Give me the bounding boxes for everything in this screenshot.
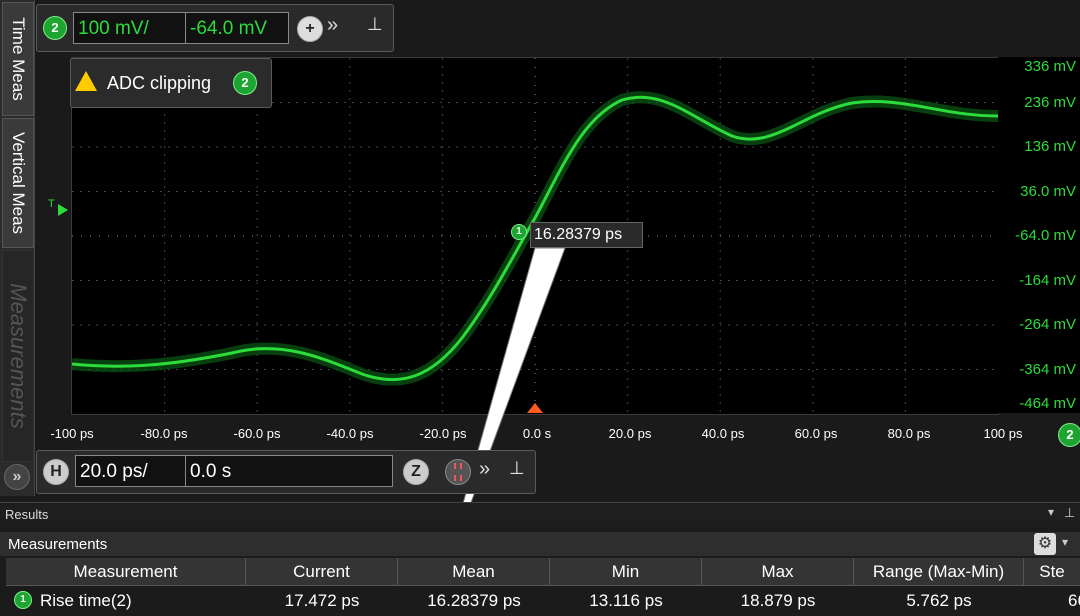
row-index-badge: 1 <box>14 591 32 609</box>
tab-vertical-meas[interactable]: Vertical Meas <box>2 118 34 248</box>
hscale-label: -40.0 ps <box>326 426 374 441</box>
horizontal-position-field[interactable]: 0.0 s <box>185 455 393 487</box>
adc-clipping-warning: ADC clipping 2 <box>70 58 272 108</box>
trigger-label: T <box>48 198 55 210</box>
horizontal-toolbar: H 20.0 ps/ 0.0 s Z » ⊥ <box>36 450 536 494</box>
measurement-marker-badge[interactable]: 1 <box>511 224 527 240</box>
vertical-scale: 336 mV 236 mV 136 mV 36.0 mV -64.0 mV -1… <box>998 57 1080 413</box>
side-tab-panel: Time Meas Vertical Meas Measurements » <box>0 0 35 496</box>
vscale-label: 236 mV <box>1024 94 1076 111</box>
results-title: Results <box>5 507 49 522</box>
tab-time-meas-label: Time Meas <box>9 17 28 101</box>
tab-vertical-meas-label: Vertical Meas <box>9 131 28 235</box>
vscale-label: -464 mV <box>1019 395 1076 412</box>
cursor-icon[interactable] <box>445 459 471 485</box>
cell-std: 664. <box>1068 591 1080 610</box>
pin-icon[interactable]: ⊥ <box>367 14 383 35</box>
hscale-label: 20.0 ps <box>608 426 652 441</box>
add-icon[interactable]: + <box>297 16 323 42</box>
measurements-table: Measurement Current Mean Min Max Range (… <box>0 558 1080 616</box>
measurements-title: Measurements <box>8 536 108 553</box>
horizontal-channel-badge[interactable]: 2 <box>1058 423 1080 447</box>
column-header[interactable]: Measurement <box>6 558 246 586</box>
vscale-label: -64.0 mV <box>1015 227 1076 244</box>
cell-range: 5.762 ps <box>906 591 972 610</box>
zoom-button[interactable]: Z <box>403 459 429 485</box>
vscale-label: -164 mV <box>1019 272 1076 289</box>
expand-chevron-icon[interactable]: » <box>327 14 338 37</box>
expand-chevron-icon[interactable]: » <box>479 458 490 481</box>
column-header[interactable]: Ste <box>1024 558 1080 586</box>
warning-text: ADC clipping <box>107 73 212 93</box>
results-header: Results ▾ ⊥ <box>0 502 1080 527</box>
gear-icon[interactable]: ⚙ <box>1034 533 1056 555</box>
pin-icon[interactable]: ⊥ <box>1064 505 1075 521</box>
vscale-label: 336 mV <box>1024 58 1076 75</box>
warning-icon <box>75 71 97 91</box>
hscale-label: 60.0 ps <box>794 426 838 441</box>
expand-panel-icon[interactable]: » <box>4 464 30 490</box>
column-header[interactable]: Max <box>702 558 854 586</box>
vertical-offset-field[interactable]: -64.0 mV <box>185 12 289 44</box>
channel-badge[interactable]: 2 <box>43 16 67 40</box>
vscale-label: 136 mV <box>1024 138 1076 155</box>
vscale-label: -264 mV <box>1019 316 1076 333</box>
trigger-level-icon[interactable]: T <box>48 198 70 228</box>
vscale-label: 36.0 mV <box>1020 183 1076 200</box>
dropdown-icon[interactable]: ▾ <box>1048 505 1054 519</box>
cell-current: 17.472 ps <box>284 591 360 610</box>
warning-channel-badge: 2 <box>233 71 257 95</box>
hscale-label: 0.0 s <box>522 426 552 441</box>
vscale-label: -364 mV <box>1019 361 1076 378</box>
tab-measurements-label: Measurements <box>6 283 31 429</box>
hscale-label: 100 ps <box>983 426 1023 441</box>
vertical-toolbar: 2 100 mV/ -64.0 mV + » ⊥ <box>36 4 394 52</box>
column-header[interactable]: Min <box>550 558 702 586</box>
tab-time-meas[interactable]: Time Meas <box>2 2 34 116</box>
hscale-label: -80.0 ps <box>140 426 188 441</box>
hscale-label: -20.0 ps <box>419 426 467 441</box>
column-header[interactable]: Range (Max-Min) <box>854 558 1024 586</box>
cell-min: 13.116 ps <box>589 591 663 610</box>
cell-mean: 16.28379 ps <box>427 591 521 610</box>
pin-icon[interactable]: ⊥ <box>509 458 525 479</box>
hscale-label: -100 ps <box>50 426 94 441</box>
dropdown-icon[interactable]: ▾ <box>1062 535 1068 549</box>
column-header[interactable]: Current <box>246 558 398 586</box>
hscale-label: 40.0 ps <box>701 426 745 441</box>
cell-measurement: Rise time(2) <box>40 591 132 610</box>
cell-max: 18.879 ps <box>740 591 816 610</box>
measurements-header: Measurements ⚙ ▾ <box>0 532 1080 556</box>
hscale-label: -60.0 ps <box>233 426 281 441</box>
column-header[interactable]: Mean <box>398 558 550 586</box>
hscale-label: 80.0 ps <box>887 426 931 441</box>
horizontal-scale: -100 ps -80.0 ps -60.0 ps -40.0 ps -20.0… <box>0 426 1080 446</box>
horizontal-h-button[interactable]: H <box>43 459 69 485</box>
